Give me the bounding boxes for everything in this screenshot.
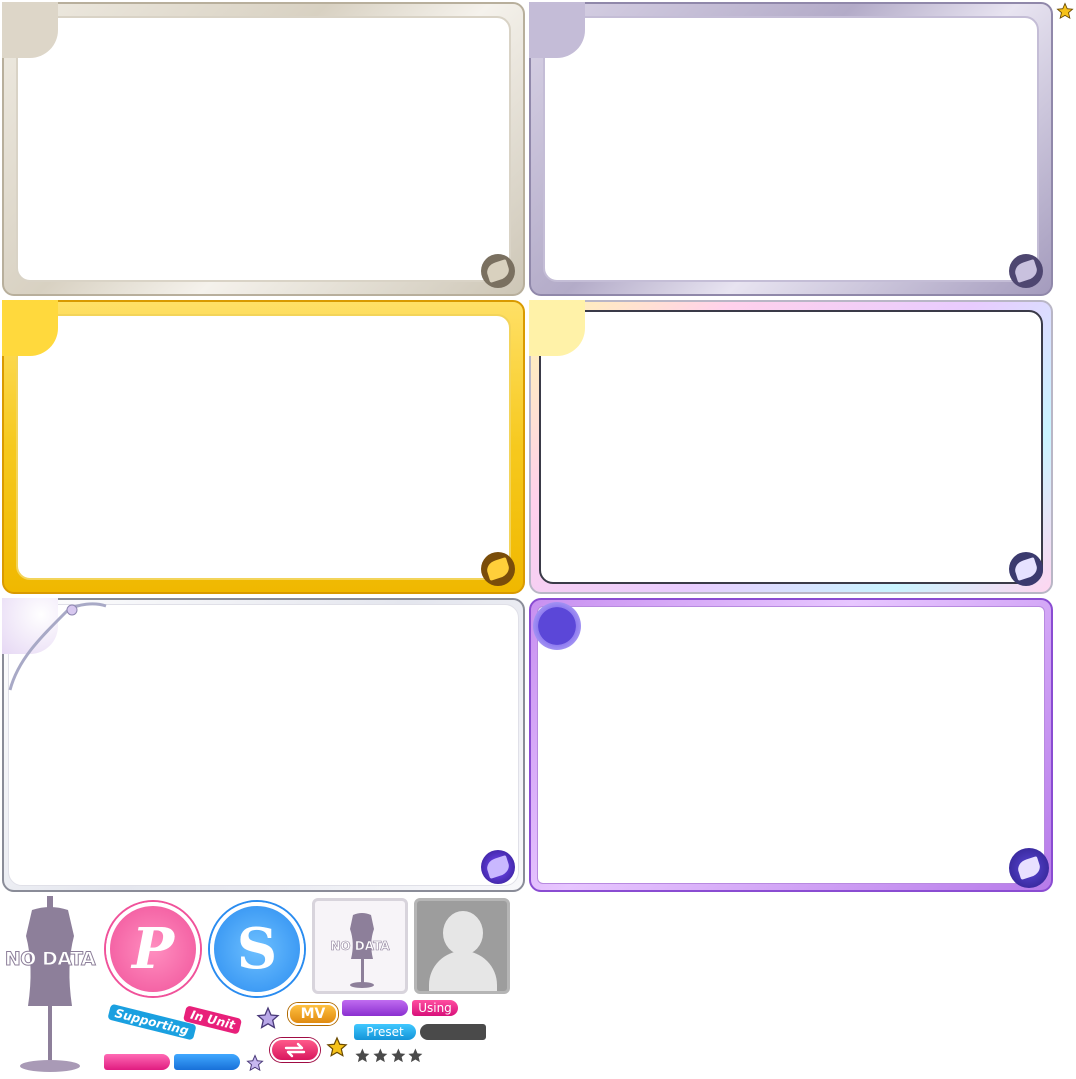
mv-label: MV: [300, 1006, 326, 1022]
wing-emblem-icon: [481, 552, 515, 586]
p-badge-icon: P: [106, 902, 200, 996]
frame-rainbow: [529, 300, 1053, 594]
frame-silver-beige: [2, 2, 525, 296]
purple-bar: [342, 1000, 408, 1016]
no-data-label: NO DATA: [4, 948, 96, 971]
supporting-tag: Supporting: [107, 1003, 197, 1041]
blue-bar: [174, 1054, 240, 1070]
s-badge-icon: S: [210, 902, 304, 996]
corner-orb-icon: [533, 602, 581, 650]
p-badge-letter: P: [131, 916, 175, 982]
corner-circle: [2, 300, 58, 356]
rarity-stars: [354, 1047, 424, 1065]
mv-badge: MV: [288, 1003, 338, 1025]
avatar-silhouette-icon: [414, 898, 510, 994]
wing-emblem-icon: [1009, 552, 1043, 586]
corner-circle: [529, 300, 585, 356]
corner-circle: [2, 2, 58, 58]
wing-emblem-icon: [481, 254, 515, 288]
star-icon: [390, 1048, 405, 1063]
star-icon: [408, 1048, 423, 1063]
frame-purple-geometric: [529, 598, 1053, 892]
star-icon: [355, 1048, 370, 1063]
swap-button[interactable]: [270, 1038, 320, 1062]
lavender-star-small-icon: [246, 1054, 264, 1072]
swap-icon: [284, 1042, 306, 1058]
pink-bar: [104, 1054, 170, 1070]
corner-circle: [529, 2, 585, 58]
frame-gold: [2, 300, 525, 594]
filigree-ornament-icon: [8, 600, 108, 700]
wing-emblem-icon: [1009, 254, 1043, 288]
no-data-card: NO DATA: [312, 898, 408, 994]
using-badge: Using: [412, 1000, 458, 1016]
preset-badge: Preset: [354, 1024, 416, 1040]
star-icon: [373, 1048, 388, 1063]
frame-ornate-silver: [2, 598, 525, 892]
wing-emblem-icon: [481, 850, 515, 884]
wing-emblem-icon: [1009, 848, 1049, 888]
s-badge-letter: S: [236, 916, 278, 982]
lavender-star-icon: [256, 1006, 280, 1030]
gold-star-icon: [326, 1036, 348, 1058]
frame-lavender: [529, 2, 1053, 296]
dark-bar: [420, 1024, 486, 1040]
mannequin-icon: [18, 896, 82, 1074]
no-data-small-label: NO DATA: [330, 939, 390, 954]
gold-star-icon: [1056, 2, 1074, 20]
